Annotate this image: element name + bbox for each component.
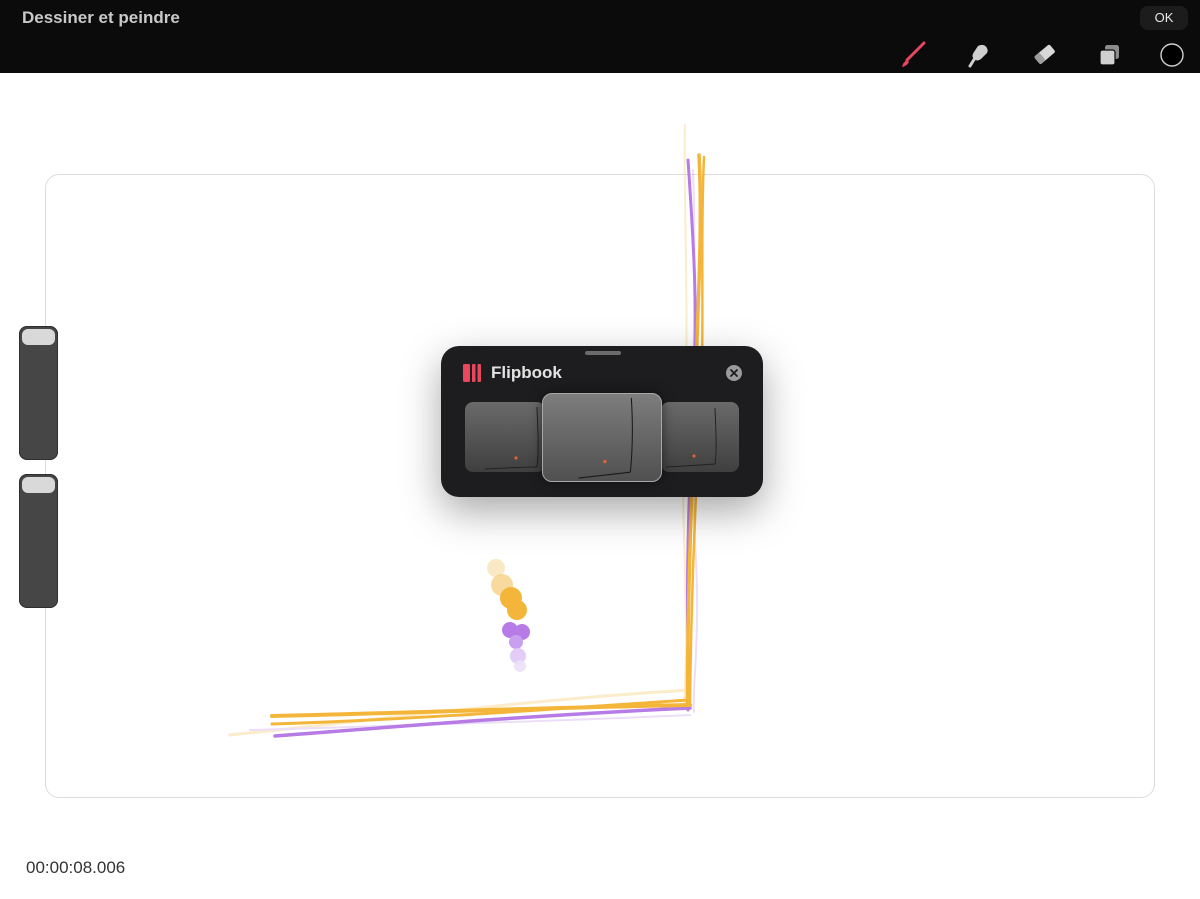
color-picker-icon [1157, 40, 1187, 70]
brush-size-slider-thumb[interactable] [22, 329, 55, 345]
flipbook-logo-icon [463, 364, 483, 382]
brush-icon [898, 40, 928, 70]
eraser-tool-button[interactable] [1029, 40, 1059, 70]
layers-button[interactable] [1095, 40, 1125, 70]
opacity-slider-thumb[interactable] [22, 477, 55, 493]
drag-handle[interactable] [585, 351, 621, 355]
eraser-icon [1029, 40, 1059, 70]
flipbook-frame-1[interactable] [465, 402, 545, 472]
flipbook-frame-3[interactable] [661, 402, 739, 472]
flipbook-title: Flipbook [491, 363, 562, 382]
layers-icon [1095, 40, 1125, 70]
flipbook-frame-2-selected[interactable] [542, 393, 662, 482]
top-toolbar: Dessiner et peindre OK [0, 0, 1200, 73]
brush-tool-button[interactable] [898, 40, 928, 70]
smudge-tool-button[interactable] [964, 40, 994, 70]
flipbook-panel: Flipbook [441, 346, 763, 497]
brush-size-slider[interactable] [19, 326, 58, 460]
app-screen: Dessiner et peindre OK 00:00:08.006 Flip… [0, 0, 1200, 899]
ok-button[interactable]: OK [1140, 6, 1188, 30]
timecode: 00:00:08.006 [26, 858, 126, 877]
close-icon [726, 365, 742, 381]
smudge-icon [964, 40, 994, 70]
app-title: Dessiner et peindre [22, 8, 180, 27]
opacity-slider[interactable] [19, 474, 58, 608]
close-button[interactable] [726, 365, 742, 381]
color-button[interactable] [1157, 40, 1187, 70]
